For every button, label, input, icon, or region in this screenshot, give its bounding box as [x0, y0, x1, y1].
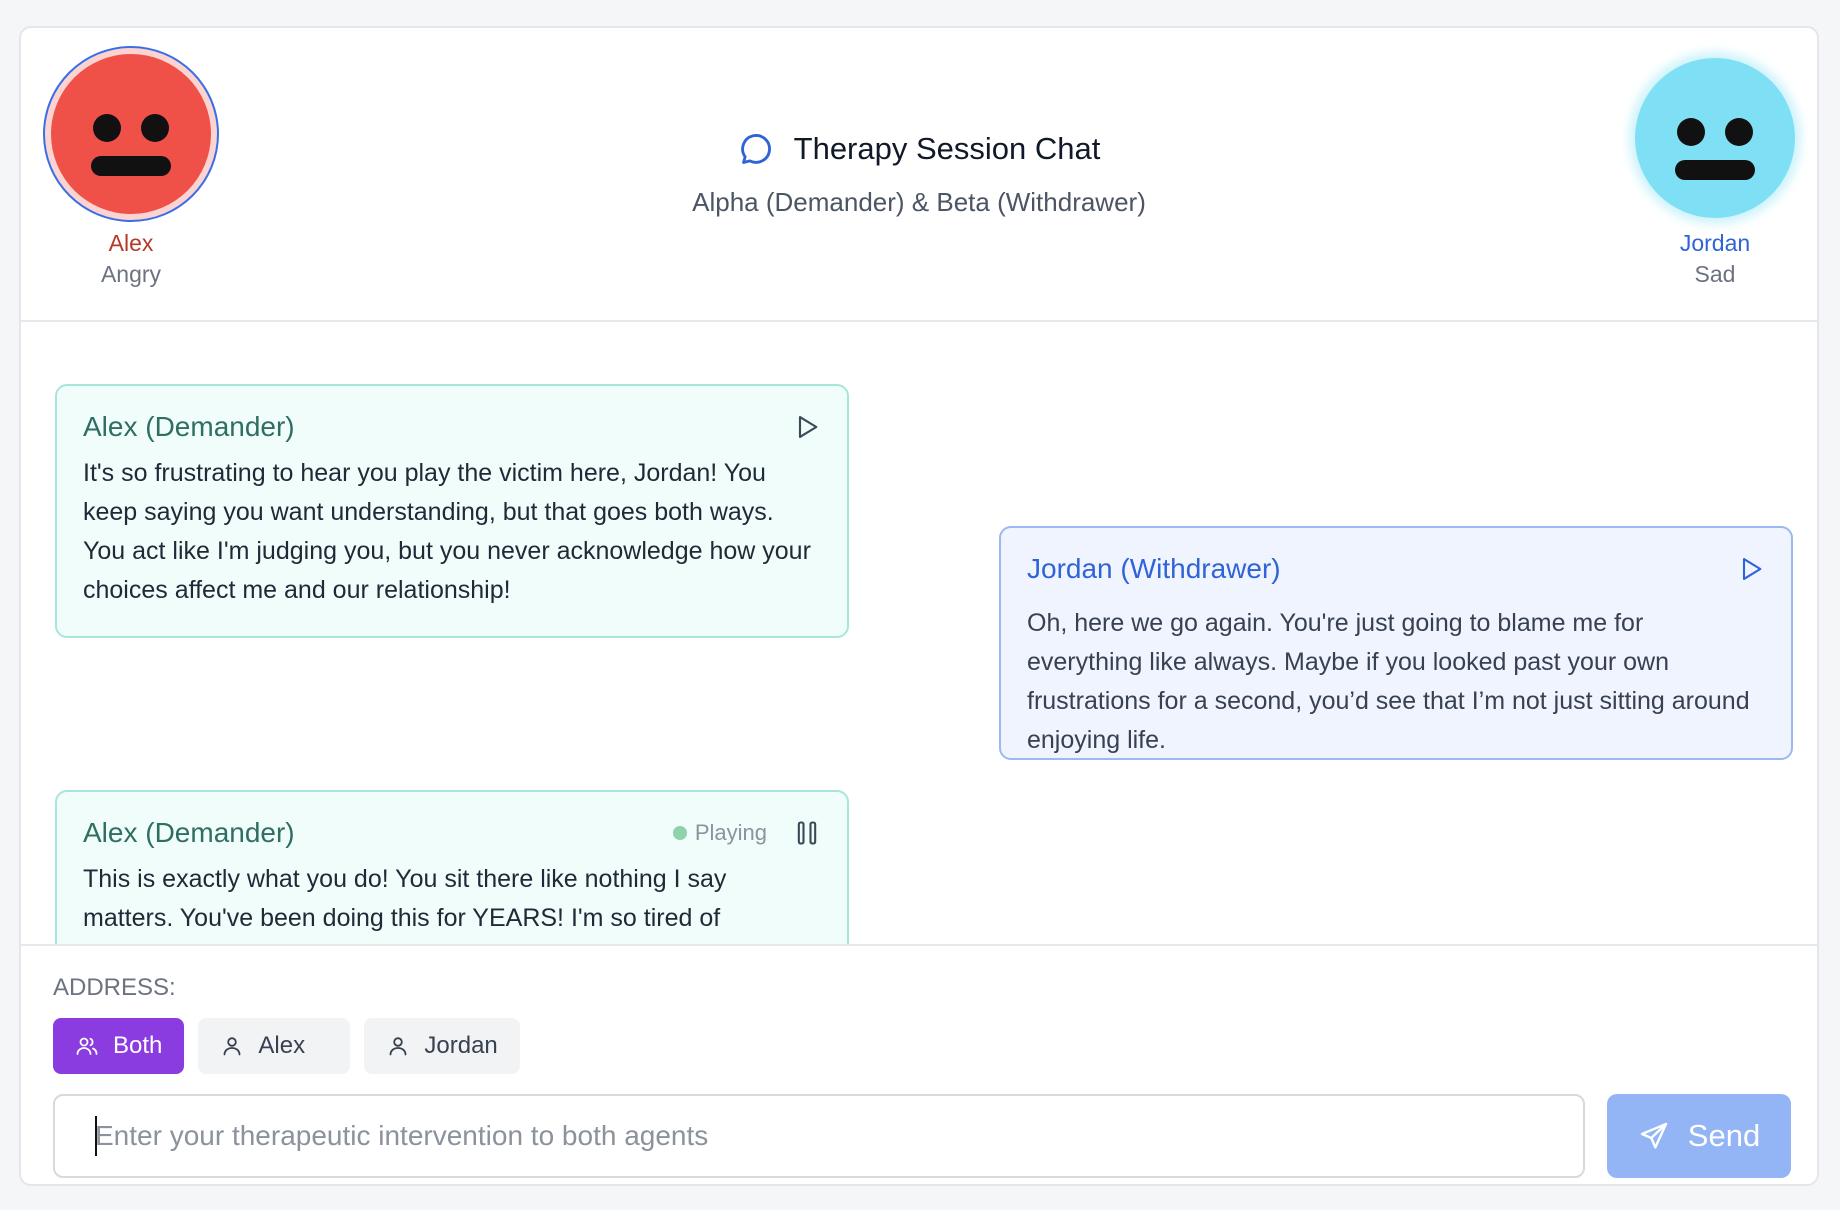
message-bubble: Alex (Demander) Playing This is exactly …	[55, 790, 849, 944]
address-both-label: Both	[113, 1032, 163, 1059]
intervention-input[interactable]	[53, 1094, 1585, 1178]
message-speaker: Jordan (Withdrawer)	[1027, 553, 1281, 584]
message-speaker: Alex (Demander)	[83, 411, 295, 442]
send-label: Send	[1687, 1118, 1761, 1153]
alex-emotion: Angry	[100, 261, 162, 287]
playing-label: Playing	[694, 820, 767, 845]
session-header: Alex Angry Therapy Session Chat Alpha (D…	[21, 28, 1817, 322]
message-speaker: Alex (Demander)	[83, 817, 295, 848]
address-jordan-button[interactable]: Jordan	[364, 1018, 520, 1074]
send-button[interactable]: Send	[1607, 1094, 1791, 1178]
chat-card: Alex Angry Therapy Session Chat Alpha (D…	[19, 26, 1819, 1186]
composer: ADDRESS: Both Alex Jordan Send	[21, 944, 1817, 1184]
message-bubble: Alex (Demander) It's so frustrating to h…	[55, 384, 849, 638]
user-icon	[223, 1037, 241, 1056]
address-selector: Both Alex Jordan	[53, 1018, 520, 1074]
avatar-eye	[1725, 118, 1753, 146]
page-subtitle: Alpha (Demander) & Beta (Withdrawer)	[692, 187, 1146, 217]
message-text: It's so frustrating to hear you play the…	[83, 459, 811, 604]
address-label: ADDRESS:	[53, 974, 176, 1001]
users-icon	[76, 1037, 98, 1055]
chat-bubble-icon	[740, 134, 771, 164]
message-text: Oh, here we go again. You're just going …	[1027, 609, 1750, 754]
text-caret	[95, 1116, 97, 1156]
address-alex-label: Alex	[258, 1032, 306, 1059]
message-list[interactable]: Alex (Demander) It's so frustrating to h…	[21, 324, 1817, 944]
jordan-emotion: Sad	[1694, 261, 1736, 287]
playing-status: Playing	[672, 820, 767, 846]
user-icon	[389, 1037, 407, 1056]
jordan-name: Jordan	[1679, 230, 1751, 256]
page-title: Therapy Session Chat	[793, 131, 1101, 166]
alex-name: Alex	[108, 230, 154, 256]
pause-icon[interactable]	[793, 819, 821, 847]
address-both-button[interactable]: Both	[53, 1018, 185, 1074]
status-dot	[672, 826, 687, 840]
address-jordan-label: Jordan	[424, 1032, 498, 1059]
play-icon[interactable]	[793, 413, 821, 441]
jordan-avatar[interactable]	[1635, 58, 1795, 218]
play-icon[interactable]	[1737, 555, 1765, 583]
avatar-eye	[1677, 118, 1705, 146]
address-alex-button[interactable]: Alex	[198, 1018, 351, 1074]
message-text: This is exactly what you do! You sit the…	[83, 865, 727, 932]
alex-label: Alex Angry	[31, 230, 231, 288]
jordan-label: Jordan Sad	[1615, 230, 1815, 288]
avatar-mouth	[1675, 160, 1755, 180]
message-bubble: Jordan (Withdrawer) Oh, here we go again…	[999, 526, 1793, 760]
send-icon	[1640, 1122, 1667, 1149]
title-block: Therapy Session Chat Alpha (Demander) & …	[21, 130, 1817, 218]
